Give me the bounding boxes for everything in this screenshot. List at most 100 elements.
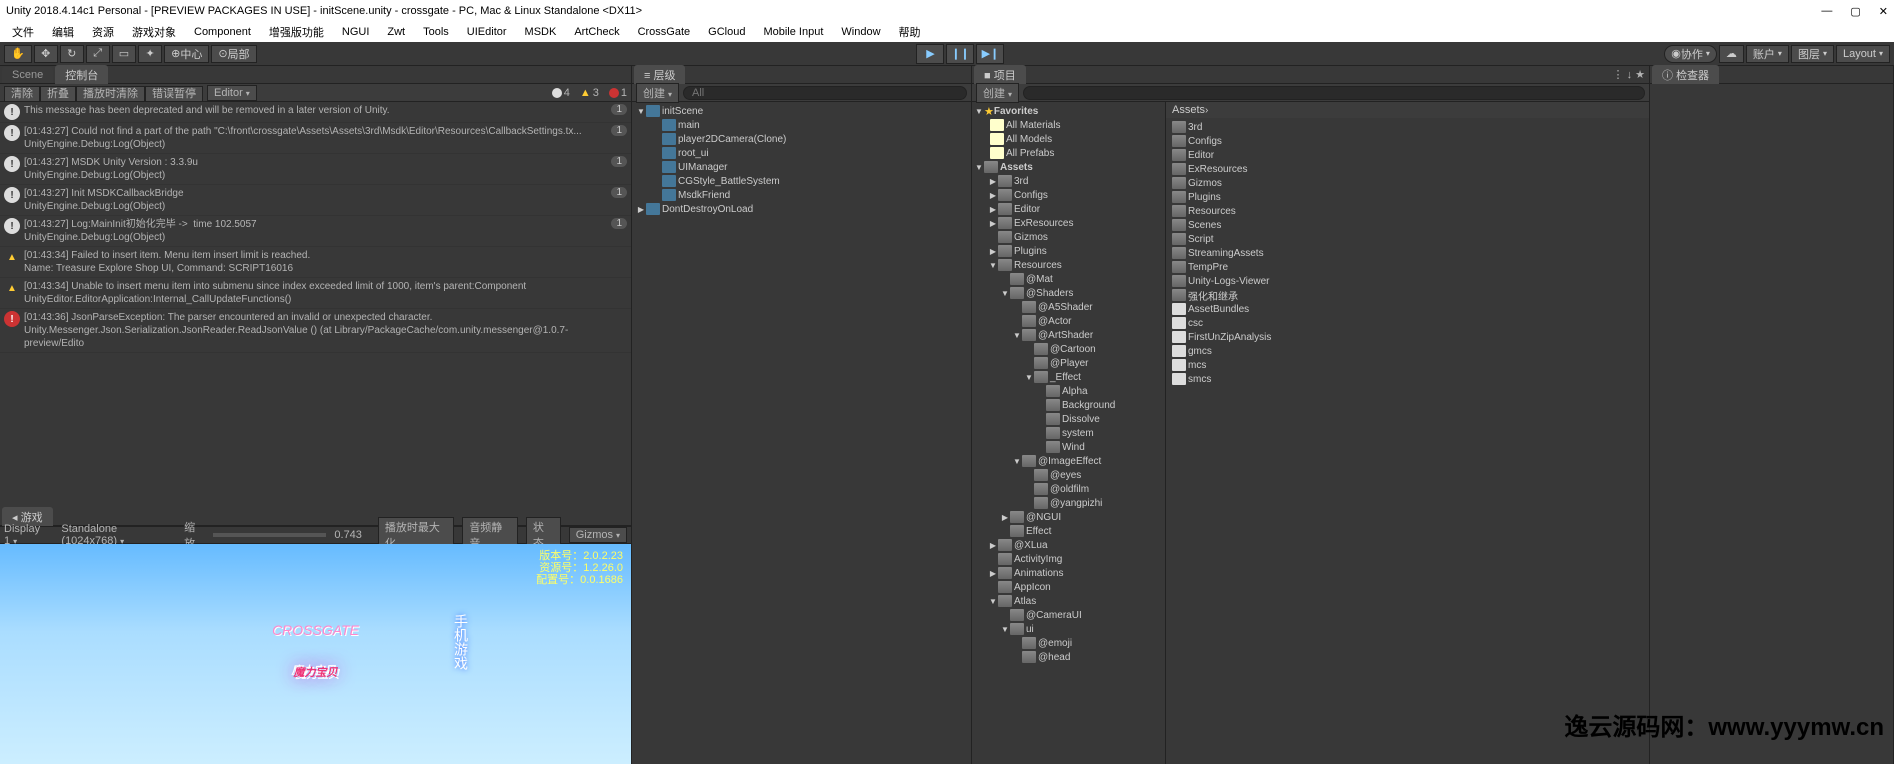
layout-dropdown[interactable]: Layout (1836, 45, 1890, 63)
asset-item[interactable]: TempPre (1166, 260, 1649, 274)
menu-资源[interactable]: 资源 (84, 22, 122, 42)
hierarchy-item[interactable]: MsdkFriend (632, 188, 971, 202)
log-entry[interactable]: !This message has been deprecated and wi… (0, 102, 631, 123)
console-editor-dropdown[interactable]: Editor (207, 85, 257, 101)
project-folder[interactable]: ▶Plugins (972, 244, 1165, 258)
menu-Window[interactable]: Window (833, 24, 888, 40)
transform-tool-button[interactable]: ✦ (138, 45, 162, 63)
project-folder[interactable]: Alpha (972, 384, 1165, 398)
move-tool-button[interactable]: ✥ (34, 45, 58, 63)
close-button[interactable]: ✕ (1879, 5, 1888, 18)
account-dropdown[interactable]: 账户 (1746, 45, 1789, 63)
project-folder[interactable]: ▶@NGUI (972, 510, 1165, 524)
asset-item[interactable]: 3rd (1166, 120, 1649, 134)
rect-tool-button[interactable]: ▭ (112, 45, 136, 63)
assets-breadcrumb[interactable]: Assets › (1166, 102, 1649, 118)
log-entry[interactable]: ![01:43:27] Could not find a part of the… (0, 123, 631, 154)
asset-item[interactable]: Resources (1166, 204, 1649, 218)
asset-item[interactable]: smcs (1166, 372, 1649, 386)
layers-dropdown[interactable]: 图层 (1791, 45, 1834, 63)
menu-Zwt[interactable]: Zwt (379, 24, 413, 40)
favorite-item[interactable]: All Prefabs (972, 146, 1165, 160)
rotate-tool-button[interactable]: ↻ (60, 45, 84, 63)
tab-scene[interactable]: Scene (2, 67, 53, 83)
hierarchy-item[interactable]: UIManager (632, 160, 971, 174)
project-folder[interactable]: system (972, 426, 1165, 440)
pivot-mode-button[interactable]: ⊕ 中心 (164, 45, 209, 63)
hierarchy-item[interactable]: ▼initScene (632, 104, 971, 118)
tab-hierarchy[interactable]: ≡ 层级 (634, 65, 685, 85)
asset-item[interactable]: mcs (1166, 358, 1649, 372)
pause-button[interactable]: ❙❙ (946, 44, 974, 64)
project-folder[interactable]: ▼ui (972, 622, 1165, 636)
project-search-input[interactable] (1023, 86, 1645, 100)
project-folder[interactable]: Gizmos (972, 230, 1165, 244)
asset-item[interactable]: Script (1166, 232, 1649, 246)
project-folder[interactable]: Wind (972, 440, 1165, 454)
menu-UIEditor[interactable]: UIEditor (459, 24, 515, 40)
asset-item[interactable]: gmcs (1166, 344, 1649, 358)
error-badge[interactable]: 1 (609, 87, 627, 99)
hierarchy-item[interactable]: ▶DontDestroyOnLoad (632, 202, 971, 216)
project-folder[interactable]: @Mat (972, 272, 1165, 286)
console-tool-错误暂停[interactable]: 错误暂停 (145, 86, 203, 102)
project-folder[interactable]: @A5Shader (972, 300, 1165, 314)
minimize-button[interactable]: — (1821, 5, 1832, 18)
hierarchy-item[interactable]: CGStyle_BattleSystem (632, 174, 971, 188)
hierarchy-item[interactable]: main (632, 118, 971, 132)
console-tool-清除[interactable]: 清除 (4, 86, 40, 102)
project-folder[interactable]: ▶ExResources (972, 216, 1165, 230)
project-folder[interactable]: Background (972, 398, 1165, 412)
project-folder[interactable]: ▶@XLua (972, 538, 1165, 552)
log-entry[interactable]: ![01:43:27] Init MSDKCallbackBridge Unit… (0, 185, 631, 216)
menu-ArtCheck[interactable]: ArtCheck (566, 24, 627, 40)
asset-item[interactable]: Scenes (1166, 218, 1649, 232)
menu-GCloud[interactable]: GCloud (700, 24, 753, 40)
project-tools-icon[interactable]: ⋮ ↓ ★ (1609, 68, 1649, 81)
project-folder[interactable]: ▼Resources (972, 258, 1165, 272)
asset-item[interactable]: AssetBundles (1166, 302, 1649, 316)
asset-item[interactable]: Editor (1166, 148, 1649, 162)
scale-slider[interactable] (213, 533, 326, 537)
project-create-button[interactable]: 创建 (976, 83, 1019, 103)
project-folder[interactable]: AppIcon (972, 580, 1165, 594)
project-folder[interactable]: ▼@ArtShader (972, 328, 1165, 342)
game-view[interactable]: 版本号：2.0.2.23资源号：1.2.26.0配置号：0.0.1686 CRO… (0, 544, 631, 764)
menu-帮助[interactable]: 帮助 (891, 22, 929, 42)
project-folder[interactable]: ▼@ImageEffect (972, 454, 1165, 468)
hierarchy-item[interactable]: root_ui (632, 146, 971, 160)
asset-item[interactable]: Gizmos (1166, 176, 1649, 190)
menu-游戏对象[interactable]: 游戏对象 (124, 22, 184, 42)
project-folder[interactable]: @Player (972, 356, 1165, 370)
play-button[interactable]: ▶ (916, 44, 944, 64)
asset-item[interactable]: 强化和继承 (1166, 288, 1649, 302)
console-tool-折叠[interactable]: 折叠 (40, 86, 76, 102)
log-entry[interactable]: ▲[01:43:34] Unable to insert menu item i… (0, 278, 631, 309)
scale-tool-button[interactable]: ⤢ (86, 45, 110, 63)
menu-编辑[interactable]: 编辑 (44, 22, 82, 42)
project-folder[interactable]: ▼Atlas (972, 594, 1165, 608)
maximize-button[interactable]: ▢ (1850, 5, 1860, 18)
hierarchy-item[interactable]: player2DCamera(Clone) (632, 132, 971, 146)
asset-item[interactable]: csc (1166, 316, 1649, 330)
tab-inspector[interactable]: ⓘ 检查器 (1652, 65, 1719, 85)
tab-project[interactable]: ■ 项目 (974, 65, 1026, 85)
gizmos-dropdown[interactable]: Gizmos (569, 527, 627, 543)
project-folder[interactable]: @CameraUI (972, 608, 1165, 622)
hand-tool-button[interactable]: ✋ (4, 45, 32, 63)
project-folder[interactable]: ▶Configs (972, 188, 1165, 202)
menu-增强版功能[interactable]: 增强版功能 (261, 22, 332, 42)
menu-Tools[interactable]: Tools (415, 24, 457, 40)
project-folder[interactable]: @oldfilm (972, 482, 1165, 496)
console-tool-播放时清除[interactable]: 播放时清除 (76, 86, 145, 102)
menu-文件[interactable]: 文件 (4, 22, 42, 42)
favorite-item[interactable]: All Materials (972, 118, 1165, 132)
project-folder[interactable]: ▼_Effect (972, 370, 1165, 384)
menu-CrossGate[interactable]: CrossGate (630, 24, 699, 40)
project-folder[interactable]: Dissolve (972, 412, 1165, 426)
tab-console[interactable]: 控制台 (55, 65, 108, 85)
collab-dropdown[interactable]: ◉ 协作 (1664, 45, 1717, 63)
project-folder[interactable]: @emoji (972, 636, 1165, 650)
asset-item[interactable]: ExResources (1166, 162, 1649, 176)
assets-root[interactable]: ▼Assets (972, 160, 1165, 174)
